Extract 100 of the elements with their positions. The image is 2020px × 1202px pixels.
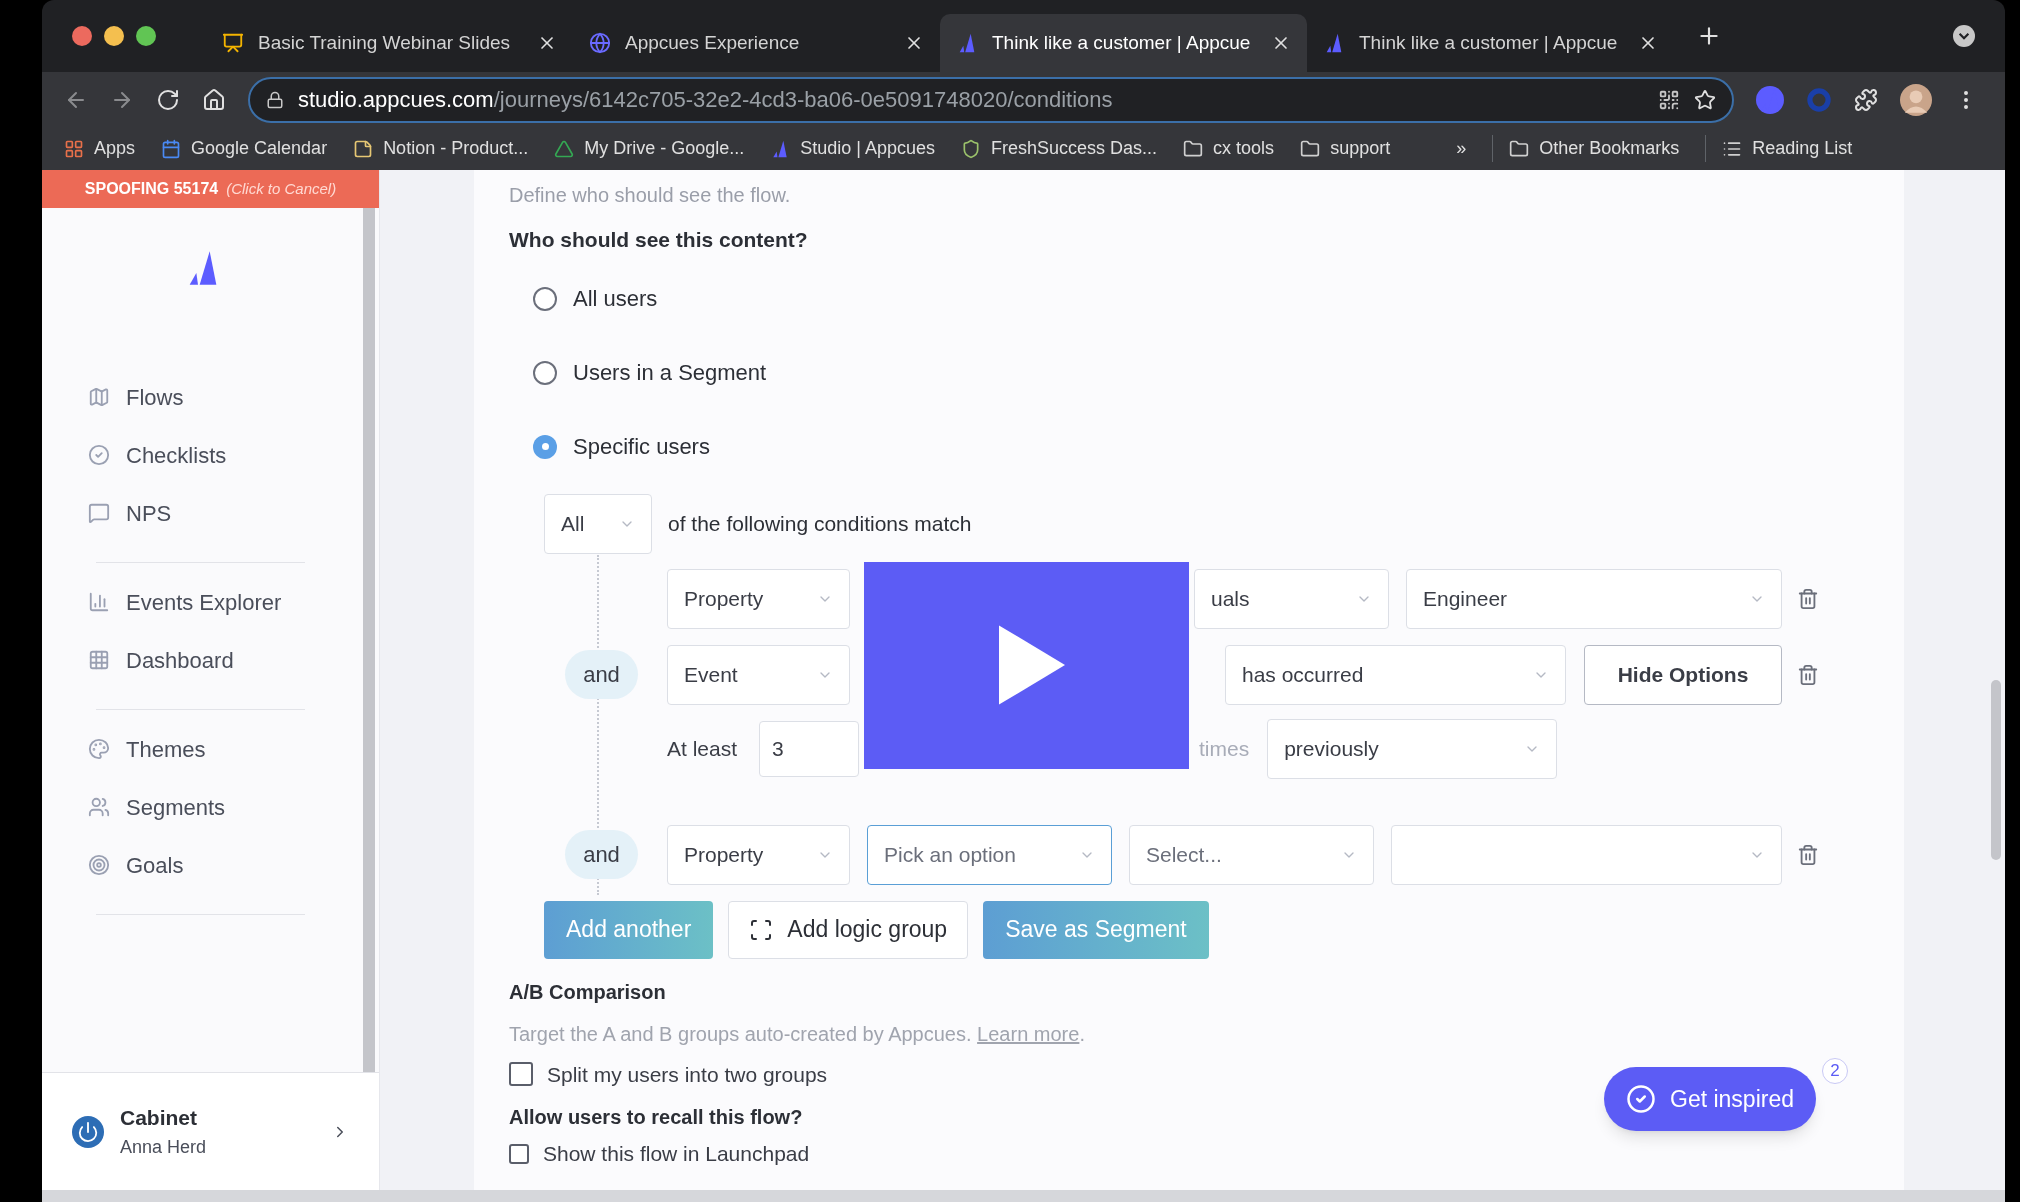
triangle-icon [554, 138, 575, 159]
section-heading: A/B Comparison [509, 979, 667, 1005]
chat-icon [88, 502, 110, 524]
check-circle-icon [1626, 1084, 1656, 1114]
dropdown[interactable]: previously [1267, 718, 1558, 779]
bookmark[interactable]: FreshSuccess Das... [961, 135, 1158, 162]
bookmark[interactable]: Studio | Appcues [770, 135, 936, 162]
home-icon[interactable] [202, 87, 226, 112]
browser-tab[interactable]: Appcues Experience [573, 14, 940, 72]
profile-avatar[interactable] [1900, 83, 1932, 116]
count-field[interactable]: 3 [759, 720, 859, 777]
radio-label: Specific users [573, 433, 710, 461]
lock-icon [266, 90, 284, 109]
bookmark[interactable]: Google Calendar [161, 135, 328, 162]
checkbox-label: Split my users into two groups [547, 1061, 828, 1088]
times-label: times [1199, 735, 1250, 762]
tab-title: Basic Training Webinar Slides [258, 30, 512, 55]
bookmark[interactable]: support [1300, 135, 1391, 162]
radio-label: Users in a Segment [573, 359, 767, 387]
qr-code-icon[interactable] [1658, 88, 1680, 111]
sidebar-item[interactable]: Flows [88, 368, 363, 426]
account-user: Anna Herd [120, 1135, 208, 1159]
dropdown[interactable]: has occurred [1225, 644, 1566, 705]
bookmark[interactable]: Notion - Product... [353, 135, 529, 162]
notification-badge: 2 [1822, 1058, 1848, 1084]
slides-icon [222, 32, 244, 54]
delete-icon[interactable] [1797, 843, 1819, 866]
browser-tab[interactable]: Think like a customer | Appcue [940, 14, 1307, 72]
dropdown[interactable]: Select... [1129, 824, 1374, 885]
note-icon [353, 138, 374, 159]
sidebar-item[interactable]: Segments [88, 778, 363, 836]
sidebar-item[interactable]: Themes [88, 720, 363, 778]
more-bookmarks-button[interactable]: » [1456, 135, 1467, 162]
dropdown[interactable]: Event [667, 644, 850, 705]
play-icon [998, 625, 1065, 705]
add-logic-group-button[interactable]: Add logic group [728, 900, 969, 959]
browser-tab[interactable]: Think like a customer | Appcue [1307, 14, 1674, 72]
tab-title: Think like a customer | Appcue [1359, 30, 1619, 55]
hide-options-button[interactable]: Hide Options [1584, 644, 1782, 705]
bookmark-star-icon[interactable] [1694, 88, 1716, 111]
play-button[interactable] [864, 561, 1189, 769]
address-field[interactable]: studio.appcues.com/journeys/6142c705-32e2-4cd3-ba06-0e5091748020/conditions [248, 76, 1734, 123]
apps-icon [64, 138, 84, 159]
sidebar-item[interactable]: Dashboard [88, 631, 363, 689]
folder-icon [1183, 138, 1204, 159]
sidebar-scrollbar[interactable] [363, 208, 375, 1072]
sidebar-item[interactable]: Goals [88, 836, 363, 894]
sidebar-item[interactable]: NPS [88, 484, 363, 542]
dropdown[interactable]: uals [1194, 568, 1389, 629]
ab-description: Target the A and B groups auto-created by Appcues. Learn more. [509, 1021, 1086, 1047]
bracket-icon [749, 917, 774, 942]
browser-tab[interactable]: Basic Training Webinar Slides [206, 14, 573, 72]
sidebar-item[interactable]: Events Explorer [88, 573, 363, 631]
map-icon [88, 386, 110, 408]
scrollbar-thumb[interactable] [1991, 680, 2001, 860]
intro-text: Define who should see the flow. [509, 183, 792, 208]
dropdown[interactable]: Property [667, 568, 850, 629]
sidebar-item[interactable]: Checklists [88, 426, 363, 484]
radio-button[interactable] [533, 434, 557, 459]
globe-icon [589, 32, 611, 54]
section-heading: Allow users to recall this flow? [509, 1105, 804, 1130]
folder-icon [1509, 138, 1530, 159]
folder-icon [1300, 138, 1321, 159]
match-text: of the following conditions match [668, 510, 972, 537]
reload-icon[interactable] [156, 87, 180, 112]
horizontal-scrollbar[interactable] [42, 1190, 2005, 1202]
checkbox[interactable] [509, 1143, 529, 1164]
checkbox[interactable] [509, 1062, 533, 1087]
bookmark[interactable]: Other Bookmarks [1492, 135, 1680, 162]
tab-title: Think like a customer | Appcue [992, 30, 1252, 55]
check-circle-icon [88, 444, 110, 466]
users-icon [88, 796, 110, 818]
radio-button[interactable] [533, 360, 557, 385]
dropdown[interactable]: Pick an option [867, 824, 1112, 885]
bookmark[interactable]: cx tools [1183, 135, 1275, 162]
account-name: Cabinet [120, 1105, 198, 1132]
bookmark[interactable]: Apps [64, 135, 136, 162]
chart-icon [88, 591, 110, 613]
dropdown[interactable]: Property [667, 824, 850, 885]
and-pill: and [565, 830, 638, 879]
dropdown[interactable]: Engineer [1406, 568, 1782, 629]
bookmark[interactable]: My Drive - Google... [554, 135, 745, 162]
extension-icon [1756, 85, 1784, 114]
delete-icon[interactable] [1797, 663, 1819, 686]
radio-label: All users [573, 285, 658, 313]
account-switcher[interactable]: Cabinet Anna Herd [42, 1072, 379, 1190]
question-heading: Who should see this content? [509, 227, 809, 253]
tab-search-icon[interactable] [1953, 25, 1975, 47]
url-text: studio.appcues.com/journeys/6142c705-32e2-4cd3-ba06-0e5091748020/conditions [298, 86, 1114, 114]
match-dropdown[interactable]: All [544, 493, 652, 554]
shield-icon [961, 138, 982, 159]
get-inspired-button[interactable]: Get inspired [1604, 1067, 1816, 1131]
power-icon [72, 1115, 104, 1148]
and-pill: and [565, 650, 638, 699]
extensions-icon[interactable] [1854, 87, 1878, 112]
delete-icon[interactable] [1797, 587, 1819, 610]
bookmark[interactable]: Reading List [1705, 135, 1853, 162]
radio-button[interactable] [533, 286, 557, 311]
at-least-label: At least [667, 735, 739, 762]
target-icon [88, 854, 110, 876]
